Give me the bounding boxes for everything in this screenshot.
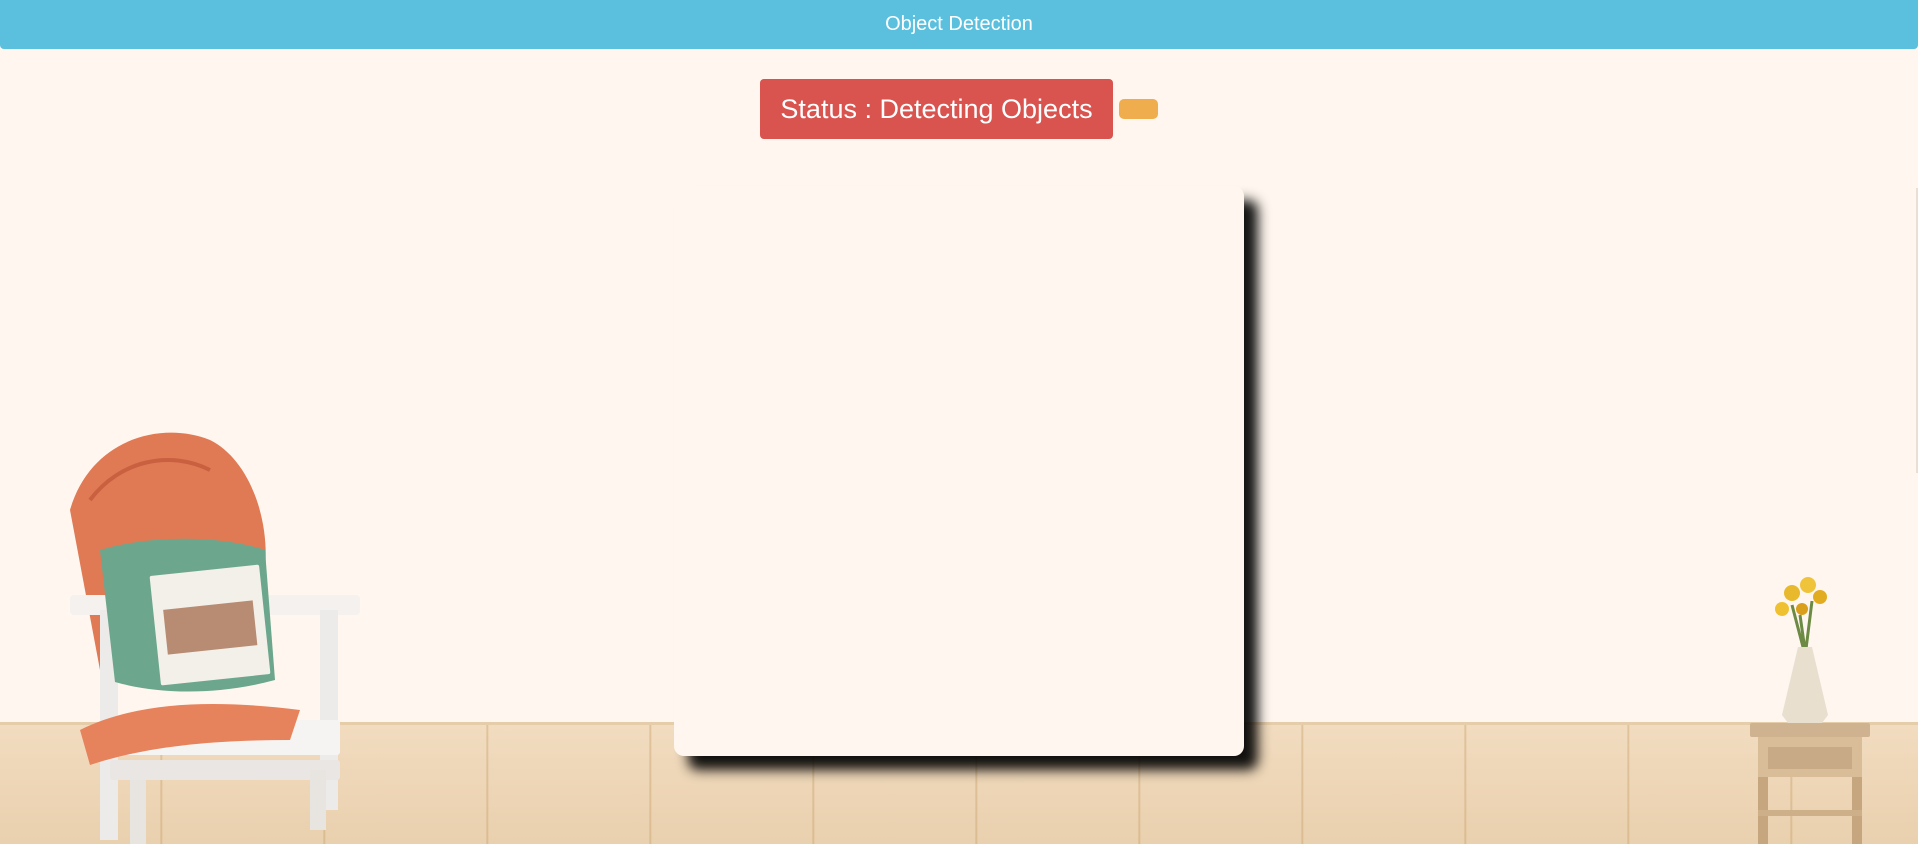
app-title: Object Detection bbox=[885, 13, 1033, 35]
chair-decor-image bbox=[70, 432, 360, 844]
detection-video-panel bbox=[674, 186, 1244, 756]
app-header: Object Detection bbox=[0, 0, 1918, 49]
status-bar: Status : Detecting Objects bbox=[0, 79, 1918, 139]
status-label: Status : Detecting Objects bbox=[760, 79, 1113, 139]
flower-table-decor-image bbox=[1750, 577, 1870, 844]
status-indicator bbox=[1118, 99, 1158, 119]
